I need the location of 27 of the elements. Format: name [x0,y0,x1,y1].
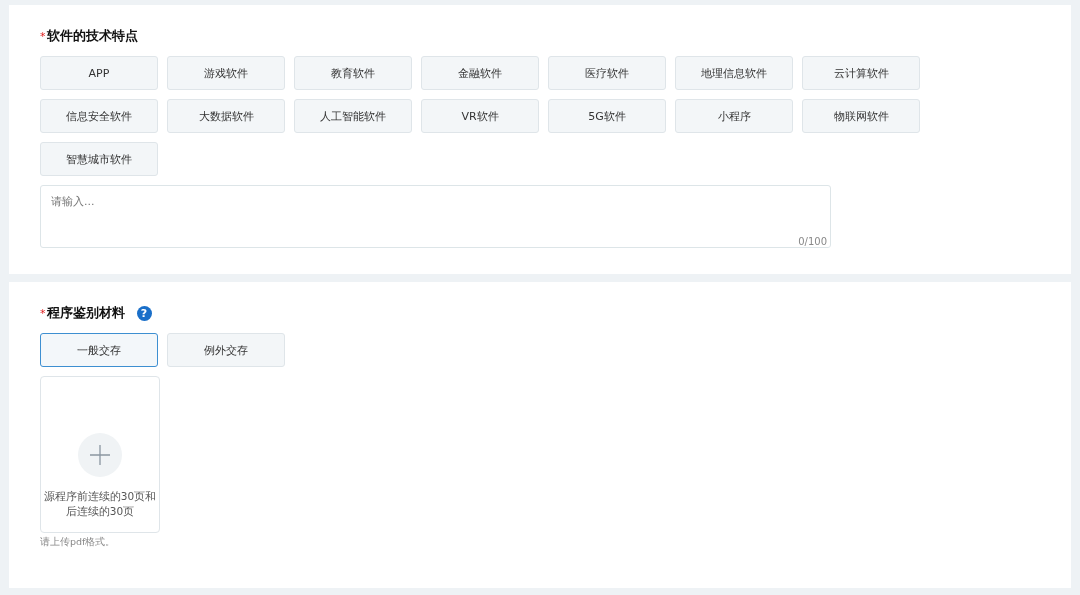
option-button[interactable]: 5G软件 [548,99,666,133]
required-mark: * [40,29,46,43]
option-button[interactable]: 人工智能软件 [294,99,412,133]
required-mark: * [40,306,46,320]
option-button[interactable]: 云计算软件 [802,56,920,90]
option-button[interactable]: 小程序 [675,99,793,133]
option-button[interactable]: 智慧城市软件 [40,142,158,176]
option-button[interactable]: 医疗软件 [548,56,666,90]
option-button[interactable]: 例外交存 [167,333,285,367]
option-button[interactable]: 信息安全软件 [40,99,158,133]
help-icon[interactable]: ? [136,305,152,321]
section-title: 程序鉴别材料 [46,304,125,322]
option-button[interactable]: 游戏软件 [167,56,285,90]
option-button[interactable]: 教育软件 [294,56,412,90]
option-button[interactable]: 地理信息软件 [675,56,793,90]
option-button[interactable]: VR软件 [421,99,539,133]
option-button[interactable]: 金融软件 [421,56,539,90]
character-counter: 0/100 [798,236,827,247]
option-button[interactable]: 大数据软件 [167,99,285,133]
option-button[interactable]: APP [40,56,158,90]
option-button[interactable]: 物联网软件 [802,99,920,133]
plus-icon [78,433,122,477]
section-title: 软件的技术特点 [46,27,138,45]
option-button[interactable]: 一般交存 [40,333,158,367]
upload-hint: 请上传pdf格式。 [40,536,117,549]
upload-caption: 源程序前连续的30页和后连续的30页 [42,489,158,519]
upload-box[interactable]: 源程序前连续的30页和后连续的30页 [40,376,160,533]
